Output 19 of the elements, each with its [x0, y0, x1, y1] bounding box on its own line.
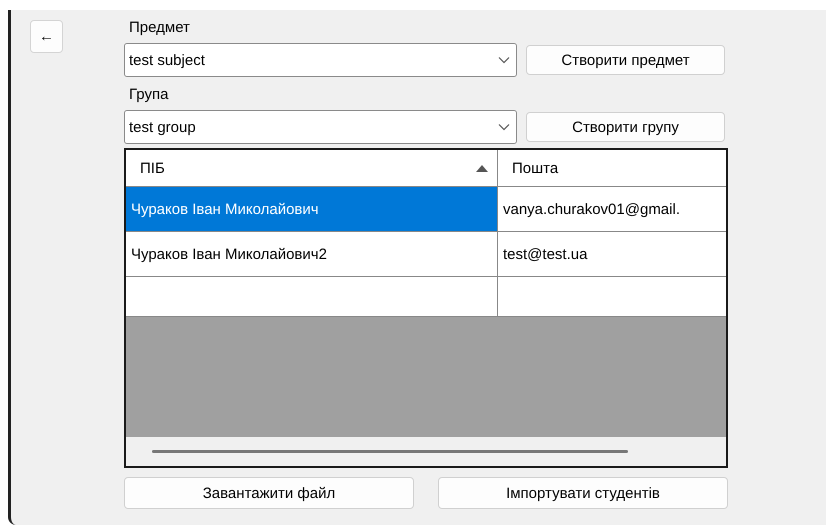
column-header[interactable]: ПІБ [126, 150, 498, 187]
table-cell[interactable]: Чураков Іван Миколайович2 [126, 232, 498, 277]
table-cell[interactable]: test@test.ua [498, 232, 726, 277]
column-header[interactable]: Пошта [498, 150, 726, 187]
table-cell[interactable]: Чураков Іван Миколайович [126, 187, 498, 232]
subject-dropdown[interactable]: test subject [124, 43, 517, 77]
action-button[interactable]: Завантажити файл [124, 477, 414, 509]
action-button[interactable]: Імпортувати студентів [438, 477, 728, 509]
group-dropdown[interactable]: test group [124, 110, 517, 144]
dropdown-caret-icon[interactable] [498, 56, 510, 64]
field-label: Група [128, 85, 170, 105]
create-button[interactable]: Створити групу [526, 112, 725, 142]
table-cell[interactable]: vanya.churakov01@gmail. [498, 187, 726, 232]
back-button[interactable]: ← [30, 20, 63, 53]
dropdown-caret-icon[interactable] [498, 123, 510, 131]
create-button[interactable]: Створити предмет [526, 45, 725, 75]
sort-ascending-icon [475, 164, 489, 172]
scrollbar[interactable] [126, 437, 726, 466]
field-label: Предмет [128, 18, 191, 38]
